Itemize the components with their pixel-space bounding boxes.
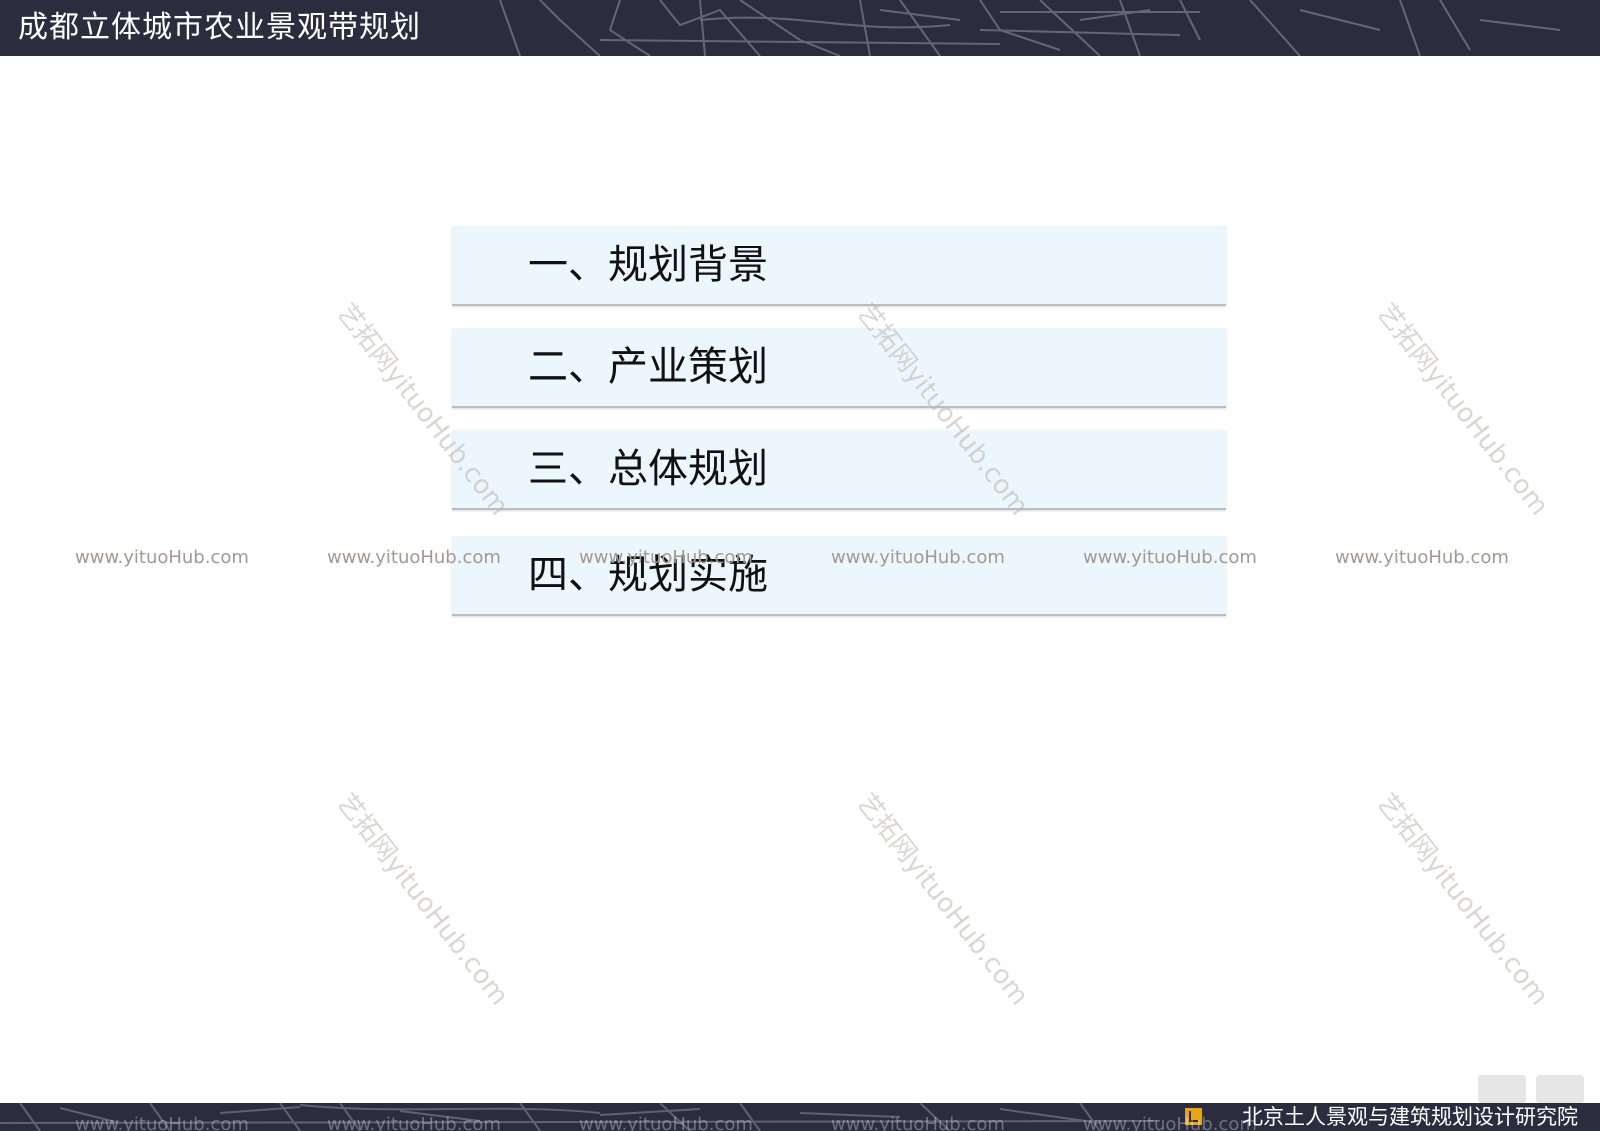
header-bar: 成都立体城市农业景观带规划 [0, 0, 1600, 56]
menu-item-label: 一、规划背景 [528, 242, 768, 288]
menu-item-implementation[interactable]: 四、规划实施 [452, 536, 1226, 616]
organization-name: 北京土人景观与建筑规划设计研究院 [1242, 1105, 1578, 1129]
corner-watermark [1478, 1075, 1590, 1103]
menu-item-label: 四、规划实施 [528, 552, 768, 598]
diagonal-watermark: 艺拓网yituoHub.com [330, 788, 515, 1012]
footer-bar: www.yituoHub.com www.yituoHub.com www.yi… [0, 1103, 1600, 1131]
diagonal-watermark: 艺拓网yituoHub.com [1370, 298, 1555, 522]
watermark-text: www.yituoHub.com [75, 547, 249, 568]
diagonal-watermark: 艺拓网yituoHub.com [850, 788, 1035, 1012]
menu-item-industry[interactable]: 二、产业策划 [452, 328, 1226, 408]
watermark-text: www.yituoHub.com [1335, 547, 1509, 568]
organization-logo-icon [1185, 1108, 1202, 1125]
diagonal-watermark: 艺拓网yituoHub.com [1370, 788, 1555, 1012]
menu-item-overall[interactable]: 三、总体规划 [452, 430, 1226, 510]
menu-item-label: 三、总体规划 [528, 446, 768, 492]
menu-item-background[interactable]: 一、规划背景 [452, 226, 1226, 306]
page-title: 成都立体城市农业景观带规划 [18, 10, 421, 45]
menu-item-label: 二、产业策划 [528, 344, 768, 390]
